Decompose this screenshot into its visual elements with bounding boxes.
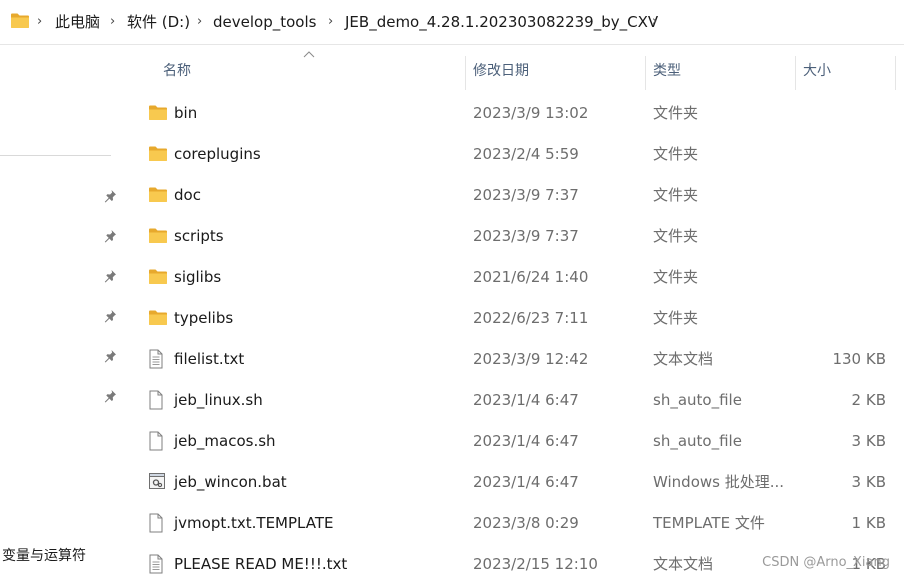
column-header-name[interactable]: 名称 [163, 60, 191, 80]
file-type: TEMPLATE 文件 [653, 514, 765, 532]
folder-icon [148, 227, 168, 248]
column-header-size[interactable]: 大小 [803, 60, 831, 80]
file-explorer-window: › 此电脑 › 软件 (D:) › develop_tools › JEB_de… [0, 0, 904, 578]
breadcrumb[interactable]: › 此电脑 › 软件 (D:) › develop_tools › JEB_de… [0, 0, 904, 45]
file-name: siglibs [174, 268, 222, 286]
file-modified-date: 2022/6/23 7:11 [473, 309, 589, 327]
chevron-right-icon[interactable]: › [37, 12, 42, 32]
file-name: jeb_linux.sh [174, 391, 263, 409]
file-modified-date: 2023/1/4 6:47 [473, 391, 579, 409]
blank-file-icon [148, 513, 164, 537]
nav-item-label[interactable]: 变量与运算符 [2, 545, 86, 565]
file-modified-date: 2023/1/4 6:47 [473, 473, 579, 491]
file-type: 文本文档 [653, 350, 714, 368]
pin-icon[interactable] [102, 268, 118, 284]
column-divider[interactable] [895, 56, 896, 90]
breadcrumb-item-drive-d[interactable]: 软件 (D:) [127, 12, 190, 32]
file-size: 3 KB [851, 473, 886, 491]
file-size: 1 KB [851, 514, 886, 532]
blank-file-icon [148, 390, 164, 414]
file-size: 3 KB [851, 432, 886, 450]
file-modified-date: 2021/6/24 1:40 [473, 268, 589, 286]
column-header-type[interactable]: 类型 [653, 60, 681, 80]
breadcrumb-item-this-pc[interactable]: 此电脑 [55, 12, 100, 32]
nav-divider [0, 155, 111, 156]
pin-icon[interactable] [102, 188, 118, 204]
text-file-icon [148, 554, 164, 578]
file-name: coreplugins [174, 145, 261, 163]
file-type: 文件夹 [653, 309, 699, 327]
file-row[interactable]: jvmopt.txt.TEMPLATE 2023/3/8 0:29 TEMPLATE… [128, 502, 900, 543]
breadcrumb-item-develop-tools[interactable]: develop_tools [213, 12, 316, 32]
file-name: doc [174, 186, 201, 204]
pin-icon[interactable] [102, 348, 118, 364]
folder-icon [148, 104, 168, 125]
file-modified-date: 2023/3/9 7:37 [473, 227, 579, 245]
file-name: typelibs [174, 309, 234, 327]
file-name: jeb_macos.sh [174, 432, 276, 450]
folder-icon [148, 145, 168, 166]
file-size: 130 KB [832, 350, 886, 368]
file-row[interactable]: jeb_macos.sh 2023/1/4 6:47 sh_auto_file 3 K… [128, 420, 900, 461]
folder-icon [148, 309, 168, 330]
text-file-icon [148, 349, 164, 373]
column-divider[interactable] [465, 56, 466, 90]
blank-file-icon [148, 431, 164, 455]
file-type: 文件夹 [653, 145, 699, 163]
file-modified-date: 2023/3/9 13:02 [473, 104, 589, 122]
folder-icon [148, 268, 168, 289]
file-name: PLEASE READ ME!!!.txt [174, 555, 348, 573]
file-type: 文本文档 [653, 555, 714, 573]
batch-file-icon [148, 472, 166, 494]
file-row[interactable]: doc 2023/3/9 7:37 文件夹 [128, 174, 900, 215]
file-row[interactable]: bin 2023/3/9 13:02 文件夹 [128, 92, 900, 133]
file-name: filelist.txt [174, 350, 245, 368]
file-modified-date: 2023/3/9 12:42 [473, 350, 589, 368]
file-name: bin [174, 104, 198, 122]
file-row[interactable]: jeb_linux.sh 2023/1/4 6:47 sh_auto_file 2 K… [128, 379, 900, 420]
file-size: 2 KB [851, 391, 886, 409]
chevron-right-icon[interactable]: › [328, 12, 333, 32]
file-name: jvmopt.txt.TEMPLATE [174, 514, 334, 532]
file-type: Windows 批处理... [653, 473, 785, 491]
file-row[interactable]: jeb_wincon.bat 2023/1/4 6:47 Windows 批处理..… [128, 461, 900, 502]
file-modified-date: 2023/2/4 5:59 [473, 145, 579, 163]
folder-icon [11, 13, 29, 28]
column-divider[interactable] [795, 56, 796, 90]
column-header-date[interactable]: 修改日期 [473, 60, 529, 80]
column-divider[interactable] [645, 56, 646, 90]
file-modified-date: 2023/2/15 12:10 [473, 555, 598, 573]
file-type: 文件夹 [653, 227, 699, 245]
file-row[interactable]: scripts 2023/3/9 7:37 文件夹 [128, 215, 900, 256]
watermark: CSDN @Arno_Xiang [762, 555, 890, 570]
file-type: sh_auto_file [653, 432, 742, 450]
folder-icon [148, 186, 168, 207]
file-row[interactable]: coreplugins 2023/2/4 5:59 文件夹 [128, 133, 900, 174]
pin-icon[interactable] [102, 308, 118, 324]
file-name: jeb_wincon.bat [174, 473, 287, 491]
file-type: 文件夹 [653, 268, 699, 286]
chevron-right-icon[interactable]: › [197, 12, 202, 32]
file-modified-date: 2023/1/4 6:47 [473, 432, 579, 450]
file-type: 文件夹 [653, 104, 699, 122]
chevron-right-icon[interactable]: › [110, 12, 115, 32]
file-row[interactable]: siglibs 2021/6/24 1:40 文件夹 [128, 256, 900, 297]
pin-icon[interactable] [102, 388, 118, 404]
sort-ascending-icon [303, 51, 315, 58]
file-row[interactable]: filelist.txt 2023/3/9 12:42 文本文档 130 KB [128, 338, 900, 379]
file-modified-date: 2023/3/8 0:29 [473, 514, 579, 532]
breadcrumb-item-current-folder[interactable]: JEB_demo_4.28.1.202303082239_by_CXV [345, 12, 658, 32]
file-type: 文件夹 [653, 186, 699, 204]
file-type: sh_auto_file [653, 391, 742, 409]
chevron-right-icon[interactable]: › [652, 12, 657, 32]
file-name: scripts [174, 227, 224, 245]
pin-icon[interactable] [102, 228, 118, 244]
file-modified-date: 2023/3/9 7:37 [473, 186, 579, 204]
file-row[interactable]: typelibs 2022/6/23 7:11 文件夹 [128, 297, 900, 338]
